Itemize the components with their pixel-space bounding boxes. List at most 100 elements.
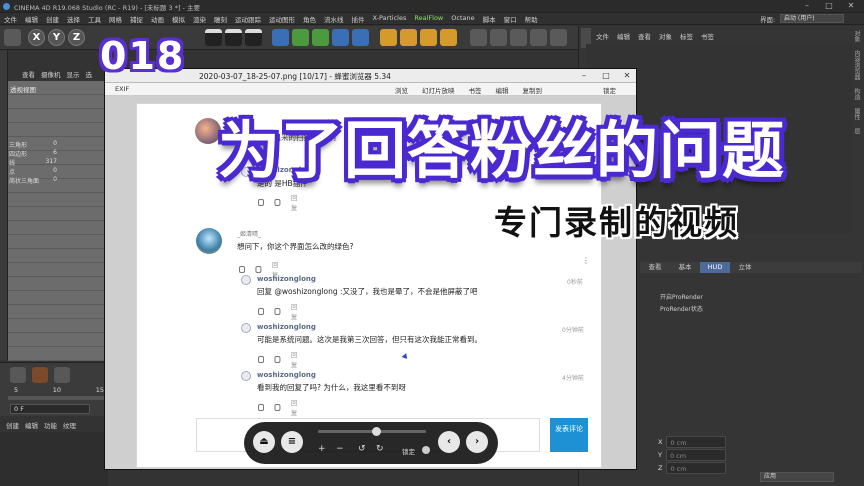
minimize-icon[interactable]: – <box>800 1 814 11</box>
like-icon[interactable] <box>258 307 265 315</box>
side-tab-objects[interactable]: 对象 <box>852 30 861 42</box>
obj-menu-view[interactable]: 查看 <box>638 31 651 41</box>
viewer-lock-button[interactable]: 锁定 <box>603 85 616 95</box>
dislike-icon[interactable] <box>274 307 281 315</box>
viewer-minimize-icon[interactable]: – <box>577 70 591 82</box>
environment-icon[interactable] <box>440 29 457 46</box>
tab-basic[interactable]: 基本 <box>670 262 700 273</box>
apply-select[interactable]: 应用 <box>760 472 834 482</box>
sky-icon[interactable] <box>420 29 437 46</box>
c4d-menu-item[interactable]: 网格 <box>109 14 122 24</box>
subdivision-icon[interactable] <box>312 29 329 46</box>
octane-icon[interactable] <box>530 29 547 46</box>
c4d-menu-item[interactable]: 动画 <box>151 14 164 24</box>
layout-select[interactable]: 启动 (用户) <box>780 14 844 23</box>
like-icon[interactable] <box>239 265 246 273</box>
rotate-right-icon[interactable]: ↻ <box>376 444 384 454</box>
undo-icon[interactable] <box>4 29 21 46</box>
c4d-menu-item[interactable]: 文件 <box>4 14 17 24</box>
eject-icon[interactable]: ⏏ <box>253 431 275 453</box>
comment-author[interactable]: _姬清晴_ <box>237 229 261 238</box>
reply-link[interactable]: 回复 <box>291 301 301 321</box>
x-axis-button[interactable]: X <box>28 29 45 46</box>
side-tab-content-browser[interactable]: 内容浏览器 <box>852 50 861 80</box>
like-icon[interactable] <box>258 355 265 363</box>
viewer-menu-edit[interactable]: 编辑 <box>496 85 509 95</box>
obj-menu-edit[interactable]: 编辑 <box>617 31 630 41</box>
comment-author[interactable]: woshizonglong <box>257 323 316 331</box>
dislike-icon[interactable] <box>255 265 262 273</box>
y-axis-button[interactable]: Y <box>48 29 65 46</box>
comment-author[interactable]: woshizonglong <box>257 275 316 283</box>
lock-toggle-icon[interactable] <box>422 446 430 454</box>
c4d-menu-item[interactable]: 创建 <box>46 14 59 24</box>
viewport-menu-display[interactable]: 显示 <box>67 70 80 81</box>
viewer-menu-slideshow[interactable]: 幻灯片放映 <box>422 85 455 95</box>
menu-icon[interactable]: ≡ <box>281 431 303 453</box>
viewport-menu-select[interactable]: 选 <box>86 70 93 81</box>
render-picture-icon[interactable] <box>225 29 242 46</box>
viewer-menu-bookmark[interactable]: 书签 <box>469 85 482 95</box>
obj-menu-tag[interactable]: 标签 <box>680 31 693 41</box>
zoom-out-icon[interactable]: − <box>336 444 344 454</box>
c4d-menu-item[interactable]: 捕捉 <box>130 14 143 24</box>
c4d-menu-item[interactable]: 工具 <box>88 14 101 24</box>
c4d-menu-item[interactable]: 帮助 <box>525 14 538 24</box>
zoom-in-icon[interactable]: + <box>318 444 326 454</box>
option-prorender-status[interactable]: ProRender状态 <box>660 304 703 313</box>
tab-view[interactable]: 查看 <box>640 262 670 273</box>
c4d-menu-item[interactable]: 模拟 <box>172 14 185 24</box>
side-tab-layers[interactable]: 层 <box>852 128 861 134</box>
next-image-icon[interactable]: › <box>466 431 488 453</box>
z-axis-button[interactable]: Z <box>68 29 85 46</box>
grid-icon[interactable] <box>550 29 567 46</box>
more-options-icon[interactable]: ⋮ <box>582 256 590 265</box>
like-icon[interactable] <box>258 403 265 411</box>
side-tab-structure[interactable]: 构造 <box>852 88 861 100</box>
pen-icon[interactable] <box>292 29 309 46</box>
viewer-menu-copy-to[interactable]: 复制到 <box>523 85 543 95</box>
c4d-menu-item[interactable]: 流水线 <box>324 14 344 24</box>
dislike-icon[interactable] <box>274 198 281 206</box>
coord-field[interactable]: 0 cm <box>666 436 727 448</box>
close-icon[interactable]: ✕ <box>844 1 858 11</box>
option-enable-prorender[interactable]: 开启ProRender <box>660 292 703 301</box>
coord-field[interactable]: 0 cm <box>665 449 726 461</box>
obj-menu-file[interactable]: 文件 <box>596 31 609 41</box>
c4d-menu-item[interactable]: X-Particles <box>373 14 407 24</box>
deformer-icon[interactable] <box>352 29 369 46</box>
viewer-menu-browse[interactable]: 浏览 <box>395 85 408 95</box>
current-frame-field[interactable]: 0 F <box>10 404 90 414</box>
obj-menu-bookmark[interactable]: 书签 <box>701 31 714 41</box>
c4d-menu-item[interactable]: 角色 <box>303 14 316 24</box>
viewport-menu-view[interactable]: 查看 <box>22 70 35 81</box>
scene-icon[interactable] <box>380 29 397 46</box>
viewport-menu-camera[interactable]: 摄像机 <box>41 70 61 81</box>
previous-image-icon[interactable]: ‹ <box>438 431 460 453</box>
c4d-menu-item[interactable]: 编辑 <box>25 14 38 24</box>
camera-icon[interactable] <box>470 29 487 46</box>
material-menu-edit[interactable]: 编辑 <box>25 420 38 432</box>
record-icon[interactable] <box>32 367 48 383</box>
cloner-icon[interactable] <box>332 29 349 46</box>
dislike-icon[interactable] <box>274 355 281 363</box>
c4d-menu-item[interactable]: 脚本 <box>483 14 496 24</box>
material-menu-function[interactable]: 功能 <box>44 420 57 432</box>
comment-author[interactable]: woshizonglong <box>257 371 316 379</box>
zoom-slider-knob[interactable] <box>372 427 381 436</box>
tab-stereo[interactable]: 立体 <box>730 262 760 273</box>
side-tab-attributes[interactable]: 属性 <box>852 108 861 120</box>
obj-menu-object[interactable]: 对象 <box>659 31 672 41</box>
play-icon[interactable] <box>54 367 70 383</box>
c4d-menu-item[interactable]: 运动跟踪 <box>235 14 261 24</box>
material-manager[interactable] <box>0 432 108 486</box>
viewer-close-icon[interactable]: ✕ <box>620 70 634 82</box>
like-icon[interactable] <box>258 198 265 206</box>
cube-icon[interactable] <box>272 29 289 46</box>
key-mode-icon[interactable] <box>10 367 26 383</box>
c4d-menu-item[interactable]: 运动图形 <box>269 14 295 24</box>
material-menu-create[interactable]: 创建 <box>6 420 19 432</box>
exif-button[interactable]: EXIF <box>115 85 129 93</box>
render-view-icon[interactable] <box>205 29 222 46</box>
rotate-left-icon[interactable]: ↺ <box>358 444 366 454</box>
